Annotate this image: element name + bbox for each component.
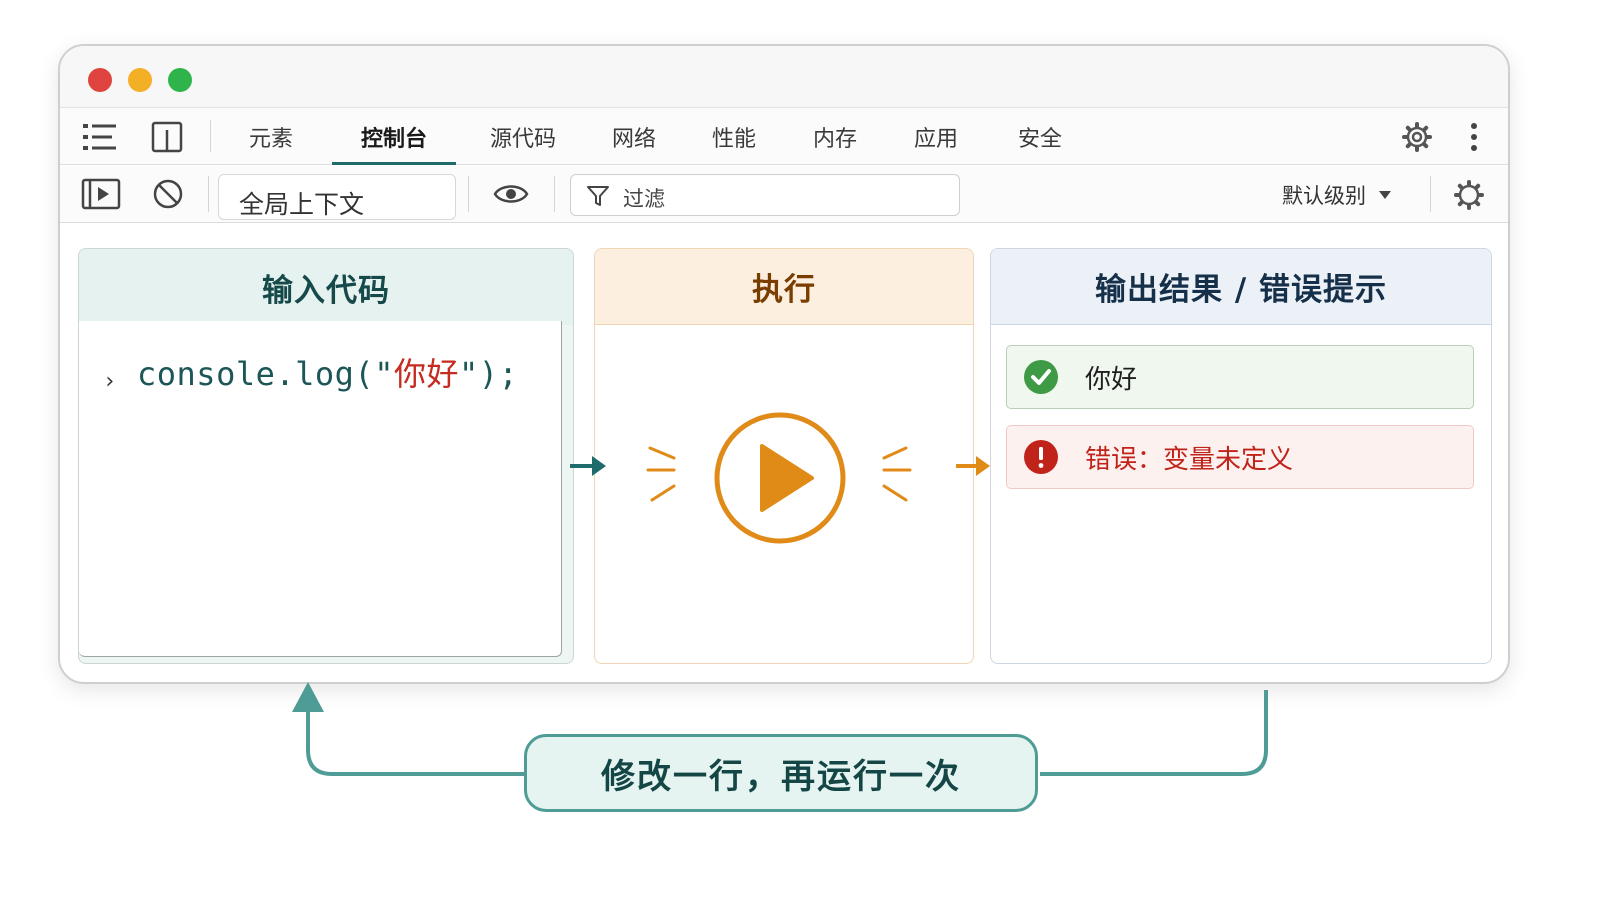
loop-caption: 修改一行，再运行一次 xyxy=(524,734,1038,812)
loop-arrowhead-icon xyxy=(292,682,324,712)
